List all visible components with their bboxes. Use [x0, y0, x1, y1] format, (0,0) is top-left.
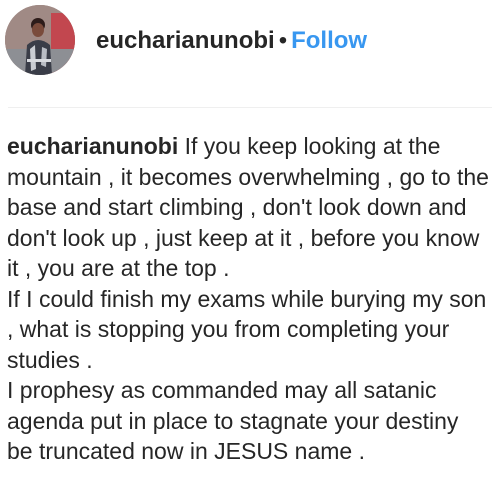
- post-header: eucharianunobi • Follow: [0, 0, 492, 82]
- avatar[interactable]: [5, 5, 75, 75]
- follow-button[interactable]: Follow: [291, 27, 367, 54]
- username-link[interactable]: eucharianunobi: [96, 27, 275, 54]
- separator-dot: •: [278, 27, 288, 54]
- header-line: eucharianunobi • Follow: [96, 26, 367, 56]
- caption-username-link[interactable]: eucharianunobi: [7, 133, 178, 159]
- post-caption: eucharianunobi If you keep looking at th…: [7, 131, 489, 467]
- profile-photo-icon: [5, 5, 75, 75]
- caption-text: If you keep looking at the mountain , it…: [7, 133, 489, 464]
- header-divider: [8, 107, 492, 108]
